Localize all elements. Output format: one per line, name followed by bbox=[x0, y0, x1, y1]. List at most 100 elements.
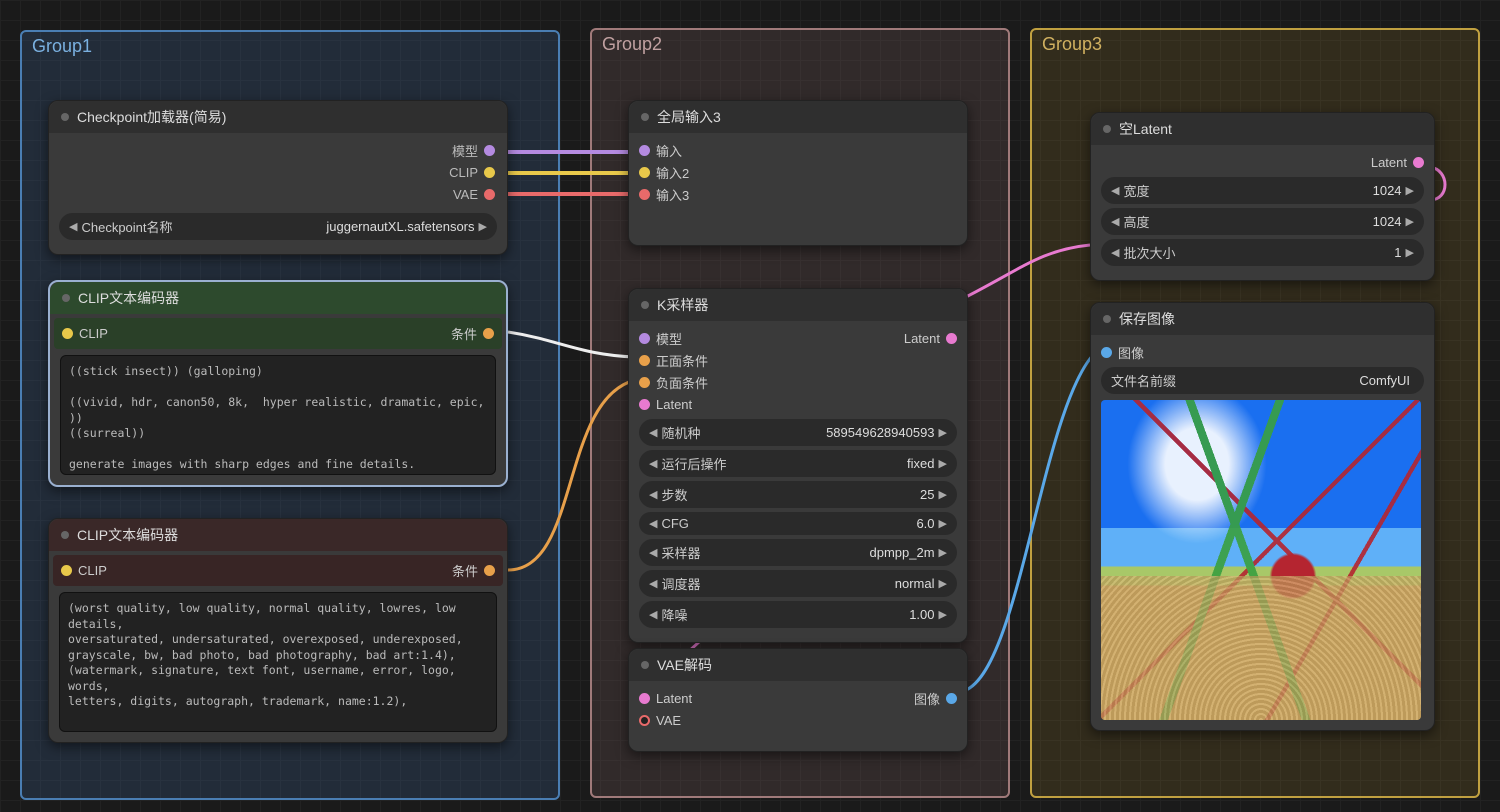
output-vae-label: VAE bbox=[453, 187, 478, 202]
width-widget[interactable]: ◀宽度1024▶ bbox=[1101, 177, 1424, 204]
node-title: VAE解码 bbox=[657, 655, 712, 675]
node-title: CLIP文本编码器 bbox=[78, 288, 179, 308]
output-cond-label: 条件 bbox=[452, 561, 478, 580]
prev-arrow-icon[interactable]: ◀ bbox=[649, 608, 657, 621]
node-header[interactable]: 全局输入3 bbox=[629, 101, 967, 133]
sampler-widget[interactable]: ◀采样器dpmpp_2m▶ bbox=[639, 539, 957, 566]
node-empty-latent[interactable]: 空Latent Latent ◀宽度1024▶ ◀高度1024▶ ◀批次大小1▶ bbox=[1090, 112, 1435, 281]
prompt-text-negative[interactable]: (worst quality, low quality, normal qual… bbox=[59, 592, 497, 732]
input3-label: 输入3 bbox=[656, 185, 689, 204]
output-cond-port[interactable] bbox=[484, 565, 495, 576]
output-clip-port[interactable] bbox=[484, 167, 495, 178]
output-image-preview[interactable] bbox=[1101, 400, 1421, 720]
prompt-text-positive[interactable]: ((stick insect)) (galloping) ((vivid, hd… bbox=[60, 355, 496, 475]
node-vae-decode[interactable]: VAE解码 Latent VAE 图像 bbox=[628, 648, 968, 752]
input-clip-port[interactable] bbox=[61, 565, 72, 576]
node-title: 全局输入3 bbox=[657, 107, 721, 127]
input-latent-port[interactable] bbox=[639, 693, 650, 704]
collapse-icon[interactable] bbox=[1103, 125, 1111, 133]
node-ksampler[interactable]: K采样器 模型 正面条件 负面条件 Latent Latent ◀随机种5895… bbox=[628, 288, 968, 643]
height-widget[interactable]: ◀高度1024▶ bbox=[1101, 208, 1424, 235]
next-arrow-icon[interactable]: ▶ bbox=[939, 608, 947, 621]
output-latent-port[interactable] bbox=[946, 333, 957, 344]
collapse-icon[interactable] bbox=[62, 294, 70, 302]
next-arrow-icon[interactable]: ▶ bbox=[1406, 215, 1414, 228]
node-header[interactable]: K采样器 bbox=[629, 289, 967, 321]
node-clip-negative[interactable]: CLIP文本编码器 CLIP 条件 (worst quality, low qu… bbox=[48, 518, 508, 743]
input2-port[interactable] bbox=[639, 167, 650, 178]
input1-port[interactable] bbox=[639, 145, 650, 156]
prev-arrow-icon[interactable]: ◀ bbox=[649, 546, 657, 559]
group-3-title: Group3 bbox=[1042, 34, 1102, 55]
node-clip-positive[interactable]: CLIP文本编码器 CLIP 条件 ((stick insect)) (gall… bbox=[48, 280, 508, 487]
collapse-icon[interactable] bbox=[641, 301, 649, 309]
output-image-port[interactable] bbox=[946, 693, 957, 704]
node-checkpoint-loader[interactable]: Checkpoint加载器(简易) 模型 CLIP VAE ◀ Checkpoi… bbox=[48, 100, 508, 255]
collapse-icon[interactable] bbox=[61, 113, 69, 121]
next-arrow-icon[interactable]: ▶ bbox=[939, 426, 947, 439]
next-arrow-icon[interactable]: ▶ bbox=[939, 546, 947, 559]
next-arrow-icon[interactable]: ▶ bbox=[939, 488, 947, 501]
node-header[interactable]: CLIP文本编码器 bbox=[49, 519, 507, 551]
collapse-icon[interactable] bbox=[641, 113, 649, 121]
next-arrow-icon[interactable]: ▶ bbox=[479, 220, 487, 233]
denoise-widget[interactable]: ◀降噪1.00▶ bbox=[639, 601, 957, 628]
prev-arrow-icon[interactable]: ◀ bbox=[649, 517, 657, 530]
steps-widget[interactable]: ◀步数25▶ bbox=[639, 481, 957, 508]
prev-arrow-icon[interactable]: ◀ bbox=[1111, 215, 1119, 228]
collapse-icon[interactable] bbox=[641, 661, 649, 669]
node-header[interactable]: Checkpoint加载器(简易) bbox=[49, 101, 507, 133]
input-model-label: 模型 bbox=[656, 329, 682, 348]
prev-arrow-icon[interactable]: ◀ bbox=[649, 577, 657, 590]
input-positive-label: 正面条件 bbox=[656, 351, 708, 370]
prev-arrow-icon[interactable]: ◀ bbox=[1111, 246, 1119, 259]
output-cond-port[interactable] bbox=[483, 328, 494, 339]
input-latent-port[interactable] bbox=[639, 399, 650, 410]
node-header[interactable]: 空Latent bbox=[1091, 113, 1434, 145]
collapse-icon[interactable] bbox=[1103, 315, 1111, 323]
output-latent-port[interactable] bbox=[1413, 157, 1424, 168]
next-arrow-icon[interactable]: ▶ bbox=[939, 517, 947, 530]
next-arrow-icon[interactable]: ▶ bbox=[1406, 246, 1414, 259]
prev-arrow-icon[interactable]: ◀ bbox=[649, 488, 657, 501]
input-clip-port[interactable] bbox=[62, 328, 73, 339]
collapse-icon[interactable] bbox=[61, 531, 69, 539]
node-header[interactable]: VAE解码 bbox=[629, 649, 967, 681]
next-arrow-icon[interactable]: ▶ bbox=[1406, 184, 1414, 197]
input-vae-port[interactable] bbox=[639, 715, 650, 726]
node-save-image[interactable]: 保存图像 图像 文件名前缀 ComfyUI bbox=[1090, 302, 1435, 731]
output-vae-port[interactable] bbox=[484, 189, 495, 200]
filename-prefix-widget[interactable]: 文件名前缀 ComfyUI bbox=[1101, 367, 1424, 394]
output-model-port[interactable] bbox=[484, 145, 495, 156]
next-arrow-icon[interactable]: ▶ bbox=[939, 457, 947, 470]
input-latent-label: Latent bbox=[656, 691, 692, 706]
prev-arrow-icon[interactable]: ◀ bbox=[649, 426, 657, 439]
node-global-inputs[interactable]: 全局输入3 输入 输入2 输入3 bbox=[628, 100, 968, 246]
node-title: Checkpoint加载器(简易) bbox=[77, 107, 226, 127]
input3-port[interactable] bbox=[639, 189, 650, 200]
seed-widget[interactable]: ◀随机种589549628940593▶ bbox=[639, 419, 957, 446]
input-image-port[interactable] bbox=[1101, 347, 1112, 358]
checkpoint-name-widget[interactable]: ◀ Checkpoint名称 juggernautXL.safetensors … bbox=[59, 213, 497, 240]
output-cond-label: 条件 bbox=[451, 324, 477, 343]
input-positive-port[interactable] bbox=[639, 355, 650, 366]
control-after-widget[interactable]: ◀运行后操作fixed▶ bbox=[639, 450, 957, 477]
input2-label: 输入2 bbox=[656, 163, 689, 182]
input-clip-label: CLIP bbox=[79, 326, 108, 341]
next-arrow-icon[interactable]: ▶ bbox=[939, 577, 947, 590]
node-header[interactable]: 保存图像 bbox=[1091, 303, 1434, 335]
prev-arrow-icon[interactable]: ◀ bbox=[649, 457, 657, 470]
input-model-port[interactable] bbox=[639, 333, 650, 344]
batch-widget[interactable]: ◀批次大小1▶ bbox=[1101, 239, 1424, 266]
input-negative-label: 负面条件 bbox=[656, 373, 708, 392]
scheduler-widget[interactable]: ◀调度器normal▶ bbox=[639, 570, 957, 597]
prev-arrow-icon[interactable]: ◀ bbox=[69, 220, 77, 233]
input-clip-label: CLIP bbox=[78, 563, 107, 578]
node-header[interactable]: CLIP文本编码器 bbox=[50, 282, 506, 314]
node-title: CLIP文本编码器 bbox=[77, 525, 178, 545]
output-latent-label: Latent bbox=[1371, 155, 1407, 170]
input-negative-port[interactable] bbox=[639, 377, 650, 388]
prev-arrow-icon[interactable]: ◀ bbox=[1111, 184, 1119, 197]
output-image-label: 图像 bbox=[914, 689, 940, 708]
cfg-widget[interactable]: ◀CFG6.0▶ bbox=[639, 512, 957, 535]
